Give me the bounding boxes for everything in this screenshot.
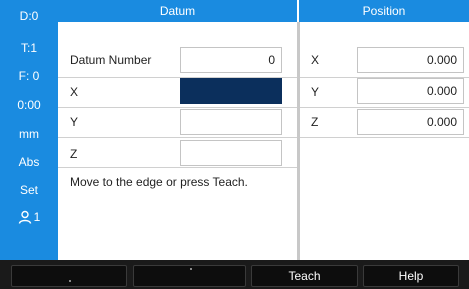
softkey-indicator — [69, 280, 71, 282]
user-number: 1 — [33, 210, 41, 224]
position-z-label: Z — [311, 115, 319, 129]
position-header: Position — [299, 0, 469, 22]
sidebar-item-mode[interactable]: Abs — [0, 155, 58, 169]
datum-number-label: Datum Number — [70, 53, 152, 67]
row-divider — [58, 167, 297, 168]
position-x-label: X — [311, 53, 320, 67]
column-divider — [297, 22, 300, 260]
sidebar-item-datum[interactable]: D:0 — [0, 9, 58, 23]
sidebar-item-set[interactable]: Set — [0, 183, 58, 197]
sidebar-item-timer[interactable]: 0:00 — [0, 98, 58, 112]
user-icon — [18, 210, 31, 224]
position-z-value: 0.000 — [357, 109, 464, 135]
datum-number-field[interactable]: 0 — [180, 47, 282, 73]
position-y-label: Y — [311, 85, 320, 99]
row-divider — [58, 137, 297, 138]
sidebar-item-user[interactable]: 1 — [0, 208, 58, 226]
status-sidebar: D:0 T:1 F: 0 0:00 mm Abs Set 1 — [0, 0, 58, 260]
softkey-1[interactable] — [11, 265, 127, 287]
position-x-value: 0.000 — [357, 47, 464, 73]
softkey-indicator — [189, 268, 192, 270]
help-button[interactable]: Help — [363, 265, 459, 287]
datum-y-label: Y — [70, 115, 79, 129]
row-divider — [300, 107, 469, 108]
softkey-bar: Teach Help — [0, 260, 469, 289]
main-panel: Datum Position Datum Number 0 X Y Z Move… — [58, 0, 469, 260]
sidebar-item-unit[interactable]: mm — [0, 127, 58, 141]
instruction-message: Move to the edge or press Teach. — [70, 175, 248, 189]
sidebar-item-tool[interactable]: T:1 — [0, 41, 58, 55]
datum-z-field[interactable] — [180, 140, 282, 166]
datum-header: Datum — [58, 0, 297, 22]
row-divider — [300, 137, 469, 138]
datum-x-field[interactable] — [180, 78, 282, 104]
datum-y-field[interactable] — [180, 109, 282, 135]
position-y-value: 0.000 — [357, 78, 464, 104]
sidebar-item-feed[interactable]: F: 0 — [0, 69, 58, 83]
datum-x-label: X — [70, 85, 79, 99]
softkey-2[interactable] — [133, 265, 246, 287]
row-divider — [58, 107, 297, 108]
datum-z-label: Z — [70, 147, 78, 161]
teach-button[interactable]: Teach — [251, 265, 358, 287]
